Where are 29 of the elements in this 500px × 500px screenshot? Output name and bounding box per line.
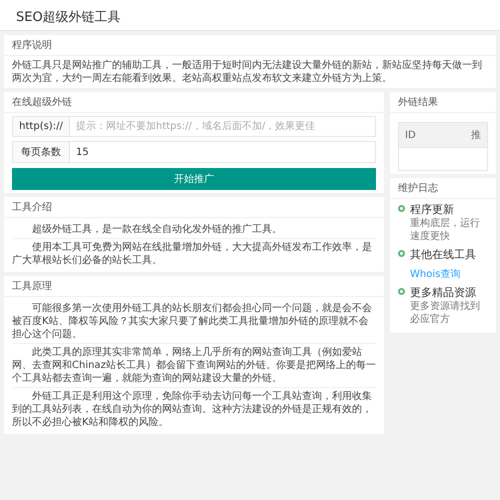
- log-heading: 更多精品资源: [410, 285, 477, 300]
- card-title: 工具介绍: [4, 197, 384, 218]
- field-label: 每页条数: [12, 141, 69, 163]
- card-title: 维护日志: [390, 178, 496, 199]
- log-text: 更多资源请找到必应官方: [410, 300, 481, 326]
- field-label: http(s)://: [12, 116, 69, 137]
- log-link[interactable]: Whois查询: [410, 269, 460, 280]
- log-heading: 程序更新: [410, 202, 455, 217]
- card-title: 程序说明: [4, 35, 496, 56]
- input-field[interactable]: 15: [69, 141, 376, 163]
- timeline-dot-icon: [398, 250, 405, 257]
- column-header: ID: [404, 128, 417, 142]
- input-field[interactable]: 提示：网址不要加https://，域名后面不加/，效果更佳: [69, 116, 376, 137]
- description-text: 外链工具只是网站推广的辅助工具，一般适用于短时间内无法建设大量外链的新站，新站应坚持每天做一到两次为宜，大约一周左右能看到效果。老站高权重站点发布软文来建立外链方为上策。: [12, 59, 483, 85]
- start-button[interactable]: 开始推广: [12, 168, 376, 190]
- intro-paragraph: 超级外链工具，是一款在线全自动化发外链的推广工具。: [12, 221, 376, 239]
- card-title: 外链结果: [390, 92, 496, 113]
- log-text: 重构底层，运行速度更快: [410, 217, 481, 243]
- principle-paragraph: 此类工具的原理其实非常简单，网络上几乎所有的网站查询工具（例如爱站网、去查网和Chinaz站长工具）都会留下查询网站的外链。你要是把网络上的每一个工具站都去查询一遍，就能为查询的网站建设大量的外链。: [12, 344, 376, 388]
- page-title: SEO超级外链工具: [16, 10, 121, 25]
- log-heading: 其他在线工具: [410, 247, 476, 262]
- principle-paragraph: 外链工具正是利用这个原理，免除你手动去访问每一个工具站查询，利用收集到的工具站列表，在线自动为你的网站查询。这种方法建设的外链是正规有效的，所以不必担心被K站和降权的风险。: [12, 390, 373, 430]
- card-title: 在线超级外链: [4, 92, 384, 113]
- timeline-dot-icon: [398, 288, 405, 295]
- card-title: 工具原理: [4, 276, 384, 297]
- timeline-dot-icon: [398, 205, 405, 212]
- column-header: 推: [470, 129, 482, 143]
- principle-paragraph: 可能很多第一次使用外链工具的站长朋友们都会担心同一个问题，就是会不会被百度K站、降权等风险？其实大家只要了解此类工具批量增加外链的原理就不会担心这个问题。: [12, 300, 376, 344]
- intro-paragraph: 使用本工具可免费为网站在线批量增加外链，大大提高外链发布工作效率，是广大草根站长们必备的站长工具。: [12, 240, 373, 268]
